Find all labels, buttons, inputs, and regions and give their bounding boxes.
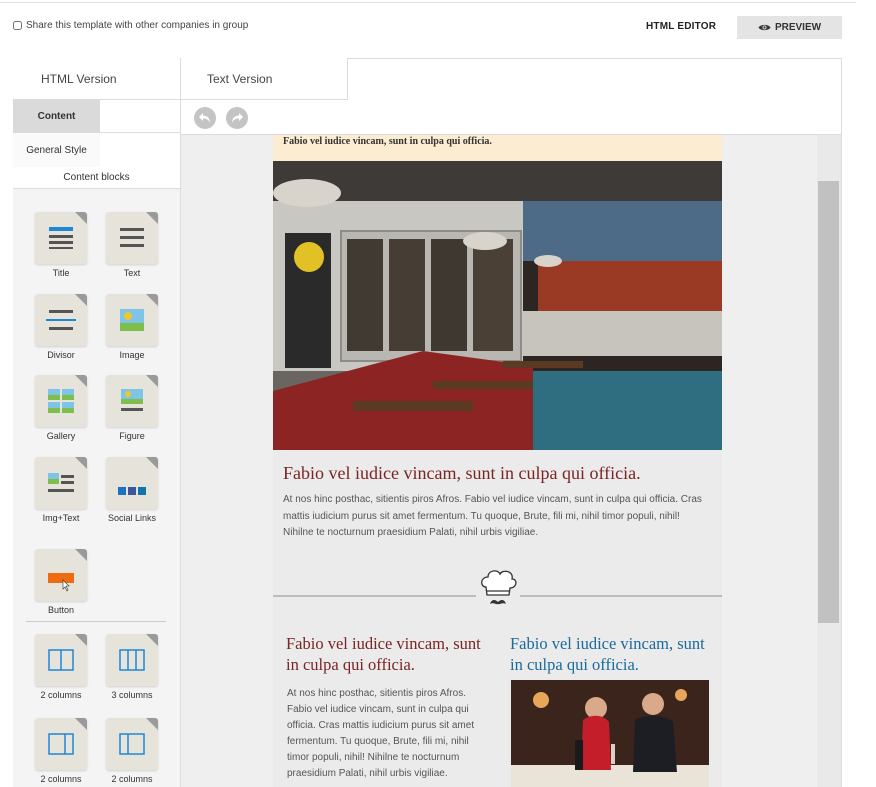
figure-block-icon (106, 375, 158, 427)
html-editor-tab[interactable]: HTML EDITOR (646, 21, 716, 32)
block-img-text[interactable]: Img+Text (33, 457, 89, 523)
redo-icon (232, 113, 243, 123)
chef-hat-icon (476, 567, 520, 611)
title-block-icon (35, 212, 87, 264)
block-two-columns-alt[interactable]: 2 columns (33, 718, 89, 784)
column1-paragraph[interactable]: At nos hinc posthac, sitientis piros Afr… (287, 686, 485, 782)
button-block-icon (35, 549, 87, 601)
content-blocks-header: Content blocks (13, 167, 180, 189)
two-columns-alt2-block-icon (106, 718, 158, 770)
block-label: Social Links (107, 513, 157, 523)
undo-button[interactable] (194, 107, 216, 129)
block-label: Figure (119, 431, 145, 441)
column2-heading[interactable]: Fabio vel iudice vincam, sunt in culpa q… (510, 633, 715, 675)
img-text-block-icon (35, 457, 87, 509)
block-label: Button (47, 605, 75, 615)
block-label: Image (119, 350, 145, 360)
block-three-columns[interactable]: 3 columns (104, 634, 160, 700)
divider-line-left (273, 595, 476, 597)
two-columns-block-icon (35, 634, 87, 686)
sidebar: Content General Style Content blocks Tit… (13, 100, 181, 787)
top-strip-text[interactable]: Fabio vel iudice vincam, sunt in culpa q… (273, 135, 722, 161)
block-label: 2 columns (111, 774, 153, 784)
undo-icon (199, 113, 210, 123)
tab-blank (100, 100, 180, 133)
block-label: Gallery (46, 431, 76, 441)
tab-text-version[interactable]: Text Version (181, 58, 348, 100)
tab-content[interactable]: Content (13, 100, 100, 133)
couple-dining-photo[interactable] (511, 680, 709, 787)
email-template: Fabio vel iudice vincam, sunt in culpa q… (273, 135, 722, 787)
top-divider (0, 2, 856, 3)
block-two-columns[interactable]: 2 columns (33, 634, 89, 700)
gallery-block-icon (35, 375, 87, 427)
section-heading[interactable]: Fabio vel iudice vincam, sunt in culpa q… (283, 463, 641, 484)
social-links-block-icon (106, 457, 158, 509)
divider-line-right (520, 595, 722, 597)
block-label: Img+Text (42, 513, 80, 523)
image-block-icon (106, 294, 158, 346)
divisor-block-icon (35, 294, 87, 346)
block-social-links[interactable]: Social Links (104, 457, 160, 523)
blocks-separator (26, 621, 166, 622)
share-template-option[interactable]: Share this template with other companies… (13, 20, 248, 31)
tab-html-version[interactable]: HTML Version (13, 58, 181, 100)
block-label: Title (52, 268, 70, 278)
edit-toolbar (181, 100, 841, 135)
scrollbar-thumb[interactable] (818, 181, 839, 623)
block-label: 3 columns (111, 690, 153, 700)
column1-heading[interactable]: Fabio vel iudice vincam, sunt in culpa q… (286, 633, 486, 675)
block-image[interactable]: Image (104, 294, 160, 360)
block-gallery[interactable]: Gallery (33, 375, 89, 441)
block-label: 2 columns (40, 690, 82, 700)
block-label: 2 columns (40, 774, 82, 784)
block-text[interactable]: Text (104, 212, 160, 278)
preview-button[interactable]: PREVIEW (737, 16, 842, 39)
block-label: Text (123, 268, 141, 278)
block-divisor[interactable]: Divisor (33, 294, 89, 360)
share-checkbox[interactable] (13, 21, 22, 30)
redo-button[interactable] (226, 107, 248, 129)
three-columns-block-icon (106, 634, 158, 686)
two-columns-alt-block-icon (35, 718, 87, 770)
block-button[interactable]: Button (33, 549, 89, 615)
block-figure[interactable]: Figure (104, 375, 160, 441)
text-block-icon (106, 212, 158, 264)
preview-label: PREVIEW (774, 22, 822, 33)
block-two-columns-alt2[interactable]: 2 columns (104, 718, 160, 784)
share-label: Share this template with other companies… (26, 20, 249, 31)
section-paragraph[interactable]: At nos hinc posthac, sitientis piros Afr… (283, 492, 711, 542)
email-canvas: Fabio vel iudice vincam, sunt in culpa q… (181, 135, 841, 787)
tab-general-style[interactable]: General Style (13, 133, 100, 167)
restaurant-photo[interactable] (273, 161, 722, 450)
block-label: Divisor (47, 350, 75, 360)
block-title[interactable]: Title (33, 212, 89, 278)
eye-icon (758, 24, 771, 31)
